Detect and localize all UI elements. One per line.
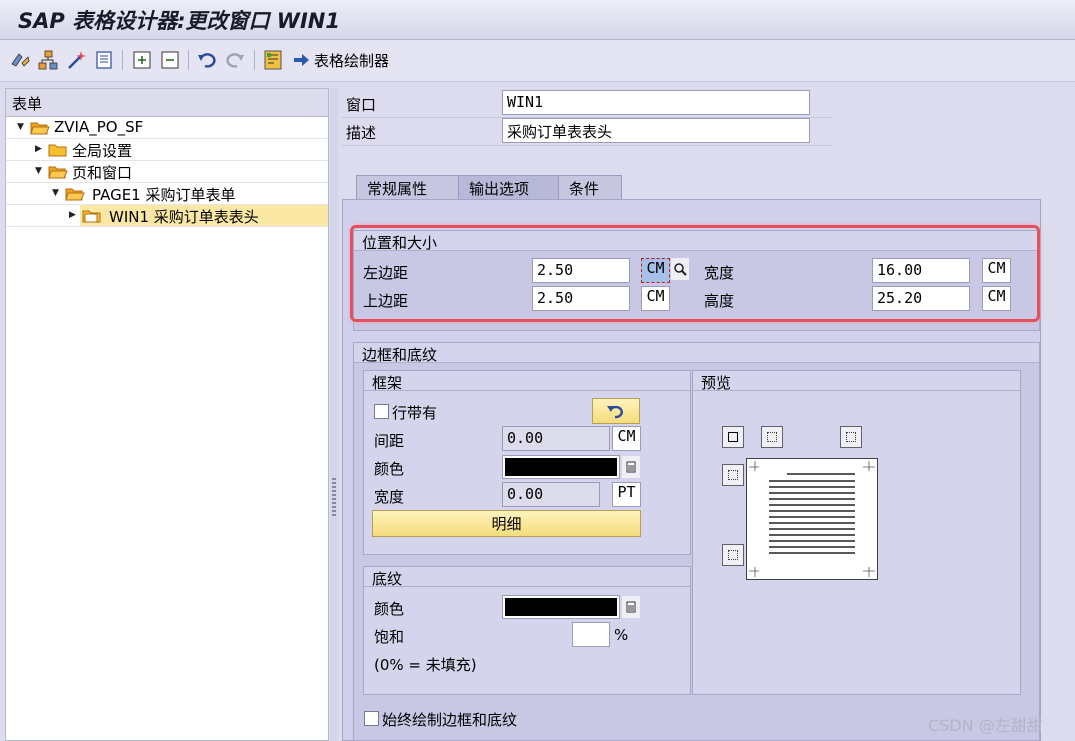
border-all-icon[interactable] [722,426,744,448]
tree-item-win1[interactable]: ▶ WIN1 采购订单表表头 [6,205,328,227]
shading-color-label: 颜色 [374,600,405,618]
window-name-field[interactable]: WIN1 [502,90,810,115]
shading-color-swatch[interactable] [502,595,620,619]
border-left-icon[interactable] [761,426,783,448]
border-bottom-icon[interactable] [722,544,744,566]
always-draw-label: 始终绘制边框和底纹 [382,711,518,729]
tree-item-label: 全局设置 [72,142,133,160]
splitter-grip[interactable] [332,478,336,516]
saturation-label: 饱和 [374,628,405,646]
tree-item-label: ZVIA_PO_SF [54,118,144,136]
folder-icon [82,210,101,223]
frame-color-label: 颜色 [374,460,405,478]
color-picker-icon[interactable] [622,456,640,478]
tree-header: 表单 [6,89,328,117]
frame-width-field[interactable]: 0.00 [502,482,600,507]
form-check-icon[interactable] [261,48,285,72]
highlight-box [350,225,1040,322]
tree-item-label: 页和窗口 [72,164,133,182]
tree-item-zvia-po-sf[interactable]: ▼ ZVIA_PO_SF [6,117,328,139]
row-with-label: 行带有 [392,404,438,422]
display-change-icon[interactable] [8,48,32,72]
undo-icon [607,405,623,419]
detail-button[interactable]: 明细 [372,510,641,537]
border-right-icon[interactable] [840,426,862,448]
caret-right-icon[interactable]: ▶ [35,144,42,154]
wand-icon[interactable] [64,48,88,72]
frame-width-unit-field[interactable]: PT [612,482,641,507]
tree-item-page1[interactable]: ▼ PAGE1 采购订单表单 [6,183,328,205]
caret-down-icon[interactable]: ▼ [52,188,59,198]
watermark: CSDN @左甜甜 [928,716,1043,735]
form-painter-button[interactable]: 表格绘制器 [292,48,389,72]
frame-width-label: 宽度 [374,488,405,506]
borders-shading-title: 边框和底纹 [354,343,1039,364]
spacing-label: 间距 [374,432,405,450]
shading-hint: (0% = 未填充) [374,656,477,674]
collapse-icon[interactable] [158,48,182,72]
tab-output-options[interactable]: 输出选项 [458,175,560,199]
expand-icon[interactable] [130,48,154,72]
tree-item-global-settings[interactable]: ▶ 全局设置 [6,139,328,161]
always-draw-checkbox[interactable] [364,711,379,726]
tab-general[interactable]: 常规属性 [356,175,460,199]
tab-conditions[interactable]: 条件 [558,175,622,199]
toolbar: 表格绘制器 [0,40,1075,82]
tree-item-pages-windows[interactable]: ▼ 页和窗口 [6,161,328,183]
caret-right-icon[interactable]: ▶ [69,210,76,220]
description-field[interactable]: 采购订单表表头 [502,118,810,143]
caret-down-icon[interactable]: ▼ [35,166,42,176]
window-label: 窗口 [346,96,377,114]
form-painter-label: 表格绘制器 [314,51,390,70]
tree-item-label: PAGE1 采购订单表单 [92,186,236,204]
undo-icon[interactable] [195,48,219,72]
shading-group: 底纹 [363,566,691,695]
spacing-unit-field[interactable]: CM [612,426,641,451]
preview-title: 预览 [693,371,1020,392]
splitter[interactable] [330,88,338,741]
folder-icon [48,144,67,157]
description-label: 描述 [346,124,377,142]
color-picker-icon[interactable] [622,596,640,618]
border-preview [746,458,878,580]
folder-open-icon [30,122,50,135]
preview-lines-icon [749,461,875,577]
frame-title: 框架 [364,371,690,392]
window-title: SAP 表格设计器:更改窗口 WIN1 [18,9,340,33]
shading-title: 底纹 [364,567,690,588]
reset-button[interactable] [592,398,640,424]
spacing-field[interactable]: 0.00 [502,426,610,451]
arrow-right-icon [294,54,309,66]
folder-open-icon [48,166,68,179]
form-tree: 表单 ▼ ZVIA_PO_SF ▶ 全局设置 ▼ 页和窗口 ▼ PAGE1 采购… [5,88,329,741]
tree-item-label: WIN1 采购订单表表头 [109,208,259,226]
title-bar: SAP 表格设计器:更改窗口 WIN1 [0,0,1075,40]
hierarchy-icon[interactable] [36,48,60,72]
saturation-field[interactable] [572,622,610,647]
redo-icon[interactable] [223,48,247,72]
border-top-icon[interactable] [722,464,744,486]
frame-color-swatch[interactable] [502,455,620,479]
row-with-checkbox[interactable] [374,404,389,419]
caret-down-icon[interactable]: ▼ [17,122,24,132]
print-preview-icon[interactable] [92,48,116,72]
folder-open-icon [65,188,85,201]
saturation-unit: % [614,626,629,644]
